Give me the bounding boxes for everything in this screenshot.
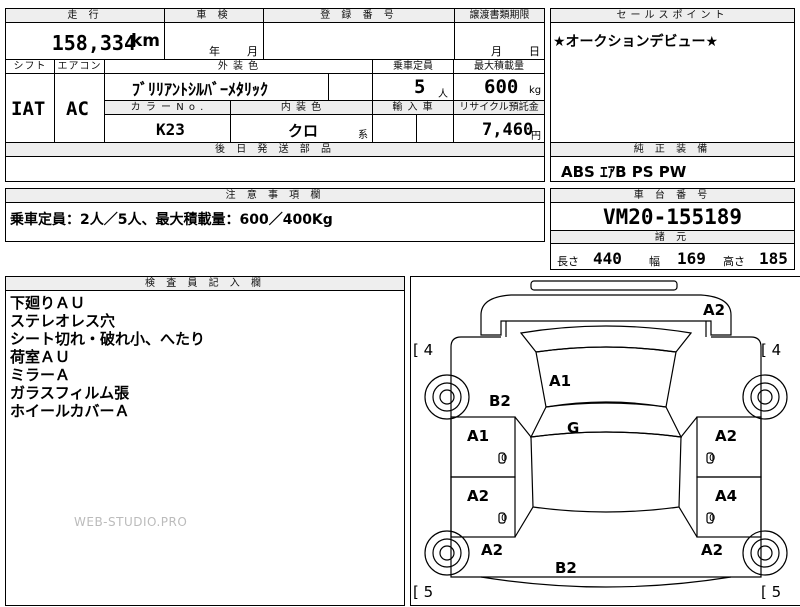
inspection-cell: 車 検 年 月 (164, 8, 264, 60)
length-label: 長さ (557, 255, 579, 268)
chassis-value: VM20-155189 (603, 205, 743, 229)
chassis-cell: 車 台 番 号 VM20-155189 諸 元 長さ 440 幅 169 高さ … (550, 188, 795, 270)
capacity-header: 乗車定員 (393, 61, 433, 72)
damage-mark: A1 (549, 372, 572, 390)
zero-mark: 0 (709, 513, 716, 524)
transfer-month: 月 (491, 45, 502, 58)
inspector-cell: 検 査 員 記 入 欄 下廻りＡＵ ステレオレス穴 シート切れ・破れ小、へたり … (5, 276, 405, 606)
inspector-note: 下廻りＡＵ (10, 294, 86, 312)
damage-mark: G (567, 419, 580, 437)
inspector-note: ミラーＡ (10, 366, 71, 384)
registration-cell: 登 録 番 号 (263, 8, 455, 60)
inspector-note: ガラスフィルム張 (10, 384, 130, 402)
later-parts-header: 後 日 発 送 部 品 (6, 143, 544, 157)
capacity-unit: 人 (438, 89, 448, 100)
chassis-header: 車 台 番 号 (551, 189, 794, 203)
interior-header: 内 装 色 (231, 101, 372, 114)
interior-value: クロ (288, 122, 319, 140)
mileage-unit: km (130, 31, 160, 51)
tire-label: [ 4 (761, 341, 782, 359)
car-diagram: A2 A1 B2 G A1 A2 A2 A4 A2 A2 B2 [ 4 [ 4 … (410, 276, 800, 606)
sales-point-header: セールスポイント (551, 9, 794, 23)
aircon-value: AC (66, 98, 89, 120)
watermark: WEB-STUDIO.PRO (74, 515, 188, 529)
transfer-cell: 譲渡書類期限 月 日 (454, 8, 545, 60)
maxload-unit: kg (529, 85, 542, 96)
shift-value: IAT (11, 98, 46, 120)
inspector-note: シート切れ・破れ小、へたり (10, 330, 206, 348)
height-label: 高さ (723, 255, 745, 268)
damage-mark: A2 (481, 541, 504, 559)
tire-label: [ 5 (413, 583, 434, 601)
colorno-header: カ ラ ー N o . (105, 101, 230, 114)
damage-mark: B2 (489, 392, 511, 410)
equipment-cell: 純 正 装 備 ABS ｴｱB PS PW (550, 142, 795, 182)
height-value: 185 (759, 249, 788, 268)
damage-mark: A2 (703, 301, 726, 319)
colorno-value: K23 (156, 120, 185, 139)
damage-mark: A1 (467, 427, 490, 445)
width-value: 169 (677, 249, 706, 268)
registration-header: 登 録 番 号 (264, 9, 454, 23)
sales-point-cell: セールスポイント ★オークションデビュー★ (550, 8, 795, 143)
damage-mark: A2 (701, 541, 724, 559)
transfer-header: 譲渡書類期限 (455, 9, 544, 23)
inspector-note: 荷室ＡＵ (10, 348, 71, 366)
mileage-value: 158,334 (51, 31, 136, 55)
transfer-day: 日 (529, 45, 540, 58)
recycle-header: リサイクル預託金 (454, 101, 544, 114)
recycle-value: 7,460 (482, 120, 534, 140)
zero-mark: 0 (709, 453, 716, 464)
mileage-header: 走 行 (6, 9, 164, 23)
inspector-notes: 下廻りＡＵ ステレオレス穴 シート切れ・破れ小、へたり 荷室ＡＵ ミラーＡ ガラ… (10, 294, 205, 420)
damage-mark: A2 (467, 487, 490, 505)
specs-header: 諸 元 (551, 230, 794, 244)
inspector-note: ステレオレス穴 (10, 312, 116, 330)
caution-header: 注 意 事 項 欄 (6, 189, 544, 203)
mileage-cell: 走 行 158,334 km (5, 8, 165, 60)
import-header: 輸 入 車 (373, 101, 453, 114)
recycle-unit: 円 (531, 131, 541, 142)
sales-point-text: ★オークションデビュー★ (553, 34, 719, 50)
tire-label: [ 4 (413, 341, 434, 359)
damage-mark: A4 (715, 487, 738, 505)
shift-header: シフト (13, 61, 47, 72)
maxload-value: 600 (484, 76, 519, 98)
equipment-header: 純 正 装 備 (551, 143, 794, 157)
caution-text: 乗車定員：2人／5人、最大積載量：600／400Kg (10, 212, 333, 228)
aircon-header: エアコン (57, 61, 102, 72)
zero-mark: 0 (501, 513, 508, 524)
later-parts-cell: 後 日 発 送 部 品 (5, 142, 545, 182)
length-value: 440 (593, 249, 622, 268)
tire-label: [ 5 (761, 583, 782, 601)
caution-cell: 注 意 事 項 欄 乗車定員：2人／5人、最大積載量：600／400Kg (5, 188, 545, 242)
interior-suffix: 系 (358, 130, 368, 141)
inspector-header: 検 査 員 記 入 欄 (6, 277, 404, 291)
capacity-value: 5 (414, 76, 426, 98)
width-label: 幅 (649, 255, 660, 268)
damage-mark: B2 (555, 559, 577, 577)
zero-mark: 0 (501, 453, 508, 464)
inspection-month: 月 (247, 45, 258, 58)
details-grid: シフト エアコン 外 装 色 乗車定員 最大積載量 IAT AC ﾌﾞﾘﾘｱﾝﾄ… (5, 59, 545, 143)
exterior-header: 外 装 色 (217, 61, 260, 72)
damage-mark: A2 (715, 427, 738, 445)
inspector-note: ホイールカバーＡ (10, 402, 130, 420)
inspection-header: 車 検 (165, 9, 263, 23)
inspection-year: 年 (209, 45, 220, 58)
exterior-value: ﾌﾞﾘﾘｱﾝﾄｼﾙﾊﾞｰﾒﾀﾘｯｸ (132, 80, 269, 99)
maxload-header: 最大積載量 (474, 61, 524, 72)
equipment-value: ABS ｴｱB PS PW (561, 163, 687, 181)
